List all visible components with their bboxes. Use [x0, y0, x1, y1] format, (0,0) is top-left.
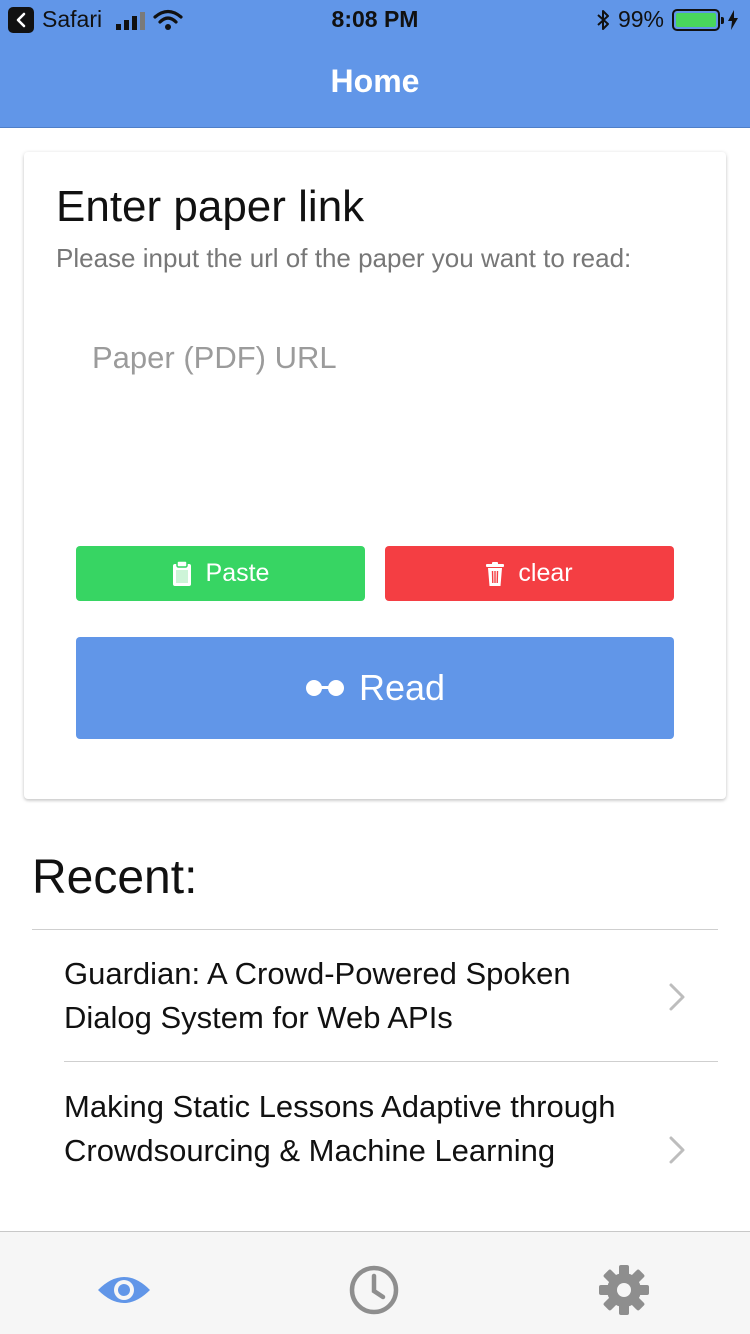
- tab-home[interactable]: [94, 1262, 154, 1318]
- recent-item-label: Making Static Lessons Adaptive through C…: [64, 1089, 616, 1168]
- status-bar: Safari 8:08 PM 99%: [0, 0, 750, 40]
- clipboard-icon: [172, 560, 191, 586]
- paper-url-input[interactable]: [76, 332, 676, 532]
- chevron-right-icon: [669, 983, 685, 1011]
- read-button[interactable]: Read: [76, 637, 674, 739]
- battery-percent: 99%: [617, 6, 664, 32]
- paste-button[interactable]: Paste: [76, 546, 365, 601]
- glasses-icon: [305, 680, 344, 696]
- paper-link-card: Enter paper link Please input the url of…: [24, 152, 726, 799]
- trash-icon: [486, 561, 505, 586]
- chevron-right-icon: [669, 1136, 685, 1164]
- card-title: Enter paper link: [56, 182, 365, 231]
- battery-fill: [676, 12, 716, 27]
- bluetooth-icon: [597, 9, 609, 30]
- tab-bar: [0, 1231, 750, 1334]
- recent-item-label: Guardian: A Crowd-Powered Spoken Dialog …: [64, 956, 571, 1035]
- clear-button[interactable]: clear: [385, 546, 674, 601]
- gear-icon: [599, 1265, 649, 1315]
- recent-item[interactable]: Making Static Lessons Adaptive through C…: [64, 1085, 718, 1230]
- clear-label: clear: [518, 559, 573, 587]
- tab-history[interactable]: [344, 1262, 404, 1318]
- top-bar: Safari 8:08 PM 99% Home: [0, 0, 750, 128]
- divider: [32, 929, 718, 930]
- recent-heading: Recent:: [32, 851, 198, 904]
- clock-icon: [349, 1265, 399, 1315]
- battery-icon: [672, 8, 724, 31]
- charging-bolt-icon: [728, 9, 738, 30]
- card-subtitle: Please input the url of the paper you wa…: [56, 243, 632, 273]
- status-right: 99%: [596, 6, 738, 33]
- tab-settings[interactable]: [594, 1262, 654, 1318]
- recent-item[interactable]: Guardian: A Crowd-Powered Spoken Dialog …: [64, 952, 718, 1062]
- paste-label: Paste: [205, 559, 270, 587]
- read-label: Read: [358, 667, 446, 708]
- eye-icon: [98, 1277, 150, 1303]
- page-title: Home: [330, 63, 420, 99]
